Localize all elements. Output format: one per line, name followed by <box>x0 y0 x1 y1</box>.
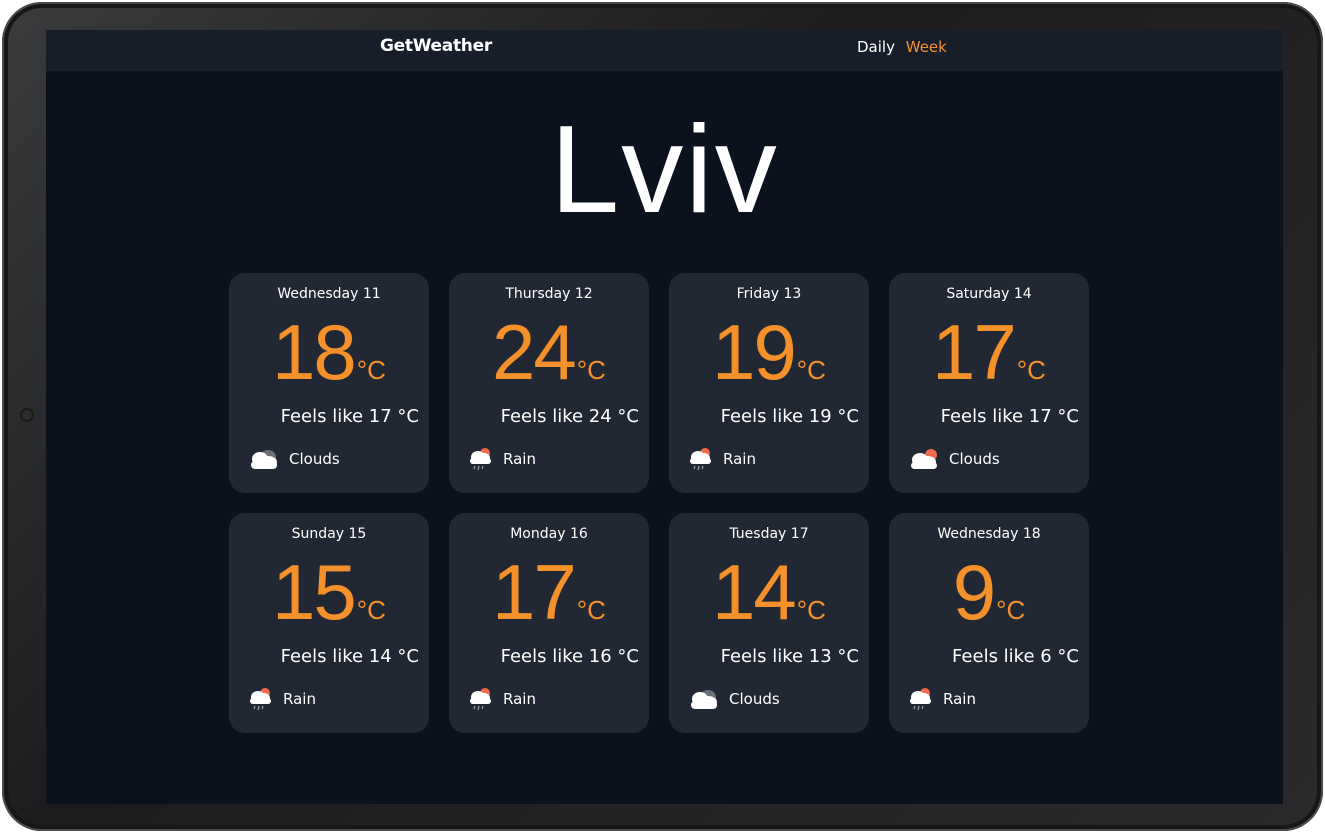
rain-icon <box>467 686 495 712</box>
day-label: Tuesday 17 <box>729 526 809 542</box>
condition: Clouds <box>907 445 1000 473</box>
temperature: 9°C <box>889 553 1089 631</box>
temp-unit: °C <box>356 595 386 625</box>
condition: Rain <box>907 685 976 713</box>
temperature: 15°C <box>229 553 429 631</box>
condition: Rain <box>247 685 316 713</box>
forecast-card[interactable]: Tuesday 17 14°C Feels like 13 °C Clouds <box>669 513 869 733</box>
feels-like: Feels like 17 °C <box>940 406 1079 427</box>
temperature: 19°C <box>669 313 869 391</box>
temp-unit: °C <box>356 355 386 385</box>
day-label: Sunday 15 <box>291 526 367 542</box>
day-label: Monday 16 <box>510 526 588 542</box>
condition: Rain <box>467 445 536 473</box>
feels-like: Feels like 14 °C <box>280 646 419 667</box>
temp-unit: °C <box>576 595 606 625</box>
condition-label: Rain <box>943 690 976 708</box>
forecast-card[interactable]: Wednesday 18 9°C Feels like 6 °C Rain <box>889 513 1089 733</box>
clouds-icon <box>687 687 721 711</box>
tablet-frame: GetWeather Daily Week Lviv Wednesday 11 … <box>2 2 1323 831</box>
sun-clouds-icon <box>907 447 941 471</box>
temp-value: 18 <box>272 308 357 396</box>
temp-unit: °C <box>1016 355 1046 385</box>
clouds-icon <box>247 447 281 471</box>
temp-unit: °C <box>796 595 826 625</box>
temp-value: 17 <box>492 548 577 636</box>
nav-daily[interactable]: Daily <box>857 38 895 56</box>
city-title: Lviv <box>550 101 779 239</box>
nav-links: Daily Week <box>857 38 953 56</box>
temp-value: 9 <box>952 548 996 636</box>
forecast-card[interactable]: Saturday 14 17°C Feels like 17 °C Clouds <box>889 273 1089 493</box>
forecast-grid: Wednesday 11 18°C Feels like 17 °C Cloud… <box>229 273 1089 733</box>
temp-unit: °C <box>796 355 826 385</box>
day-label: Thursday 12 <box>505 286 593 302</box>
rain-icon <box>467 446 495 472</box>
condition-label: Clouds <box>949 450 1000 468</box>
feels-like: Feels like 6 °C <box>952 646 1079 667</box>
temp-value: 19 <box>712 308 797 396</box>
temperature: 17°C <box>449 553 649 631</box>
nav-week[interactable]: Week <box>906 38 947 56</box>
condition-label: Clouds <box>289 450 340 468</box>
forecast-card[interactable]: Sunday 15 15°C Feels like 14 °C Rain <box>229 513 429 733</box>
condition-label: Rain <box>503 450 536 468</box>
feels-like: Feels like 13 °C <box>720 646 859 667</box>
condition: Rain <box>467 685 536 713</box>
temp-unit: °C <box>996 595 1026 625</box>
temp-value: 24 <box>492 308 577 396</box>
condition-label: Rain <box>723 450 756 468</box>
temp-value: 14 <box>712 548 797 636</box>
screen: GetWeather Daily Week Lviv Wednesday 11 … <box>46 30 1283 804</box>
temperature: 18°C <box>229 313 429 391</box>
day-label: Wednesday 18 <box>937 526 1041 542</box>
feels-like: Feels like 17 °C <box>280 406 419 427</box>
forecast-card[interactable]: Friday 13 19°C Feels like 19 °C Rain <box>669 273 869 493</box>
temperature: 24°C <box>449 313 649 391</box>
temperature: 14°C <box>669 553 869 631</box>
feels-like: Feels like 24 °C <box>500 406 639 427</box>
condition-label: Rain <box>503 690 536 708</box>
day-label: Wednesday 11 <box>277 286 381 302</box>
condition-label: Rain <box>283 690 316 708</box>
condition: Rain <box>687 445 756 473</box>
brand-logo[interactable]: GetWeather <box>380 36 492 56</box>
feels-like: Feels like 19 °C <box>720 406 859 427</box>
temp-unit: °C <box>576 355 606 385</box>
camera-dot <box>20 408 34 422</box>
temp-value: 17 <box>932 308 1017 396</box>
feels-like: Feels like 16 °C <box>500 646 639 667</box>
condition-label: Clouds <box>729 690 780 708</box>
condition: Clouds <box>247 445 340 473</box>
navbar: GetWeather Daily Week <box>46 30 1283 71</box>
rain-icon <box>247 686 275 712</box>
rain-icon <box>907 686 935 712</box>
forecast-card[interactable]: Monday 16 17°C Feels like 16 °C Rain <box>449 513 649 733</box>
day-label: Saturday 14 <box>946 286 1032 302</box>
rain-icon <box>687 446 715 472</box>
condition: Clouds <box>687 685 780 713</box>
forecast-card[interactable]: Thursday 12 24°C Feels like 24 °C Rain <box>449 273 649 493</box>
forecast-card[interactable]: Wednesday 11 18°C Feels like 17 °C Cloud… <box>229 273 429 493</box>
temperature: 17°C <box>889 313 1089 391</box>
temp-value: 15 <box>272 548 357 636</box>
day-label: Friday 13 <box>736 286 802 302</box>
